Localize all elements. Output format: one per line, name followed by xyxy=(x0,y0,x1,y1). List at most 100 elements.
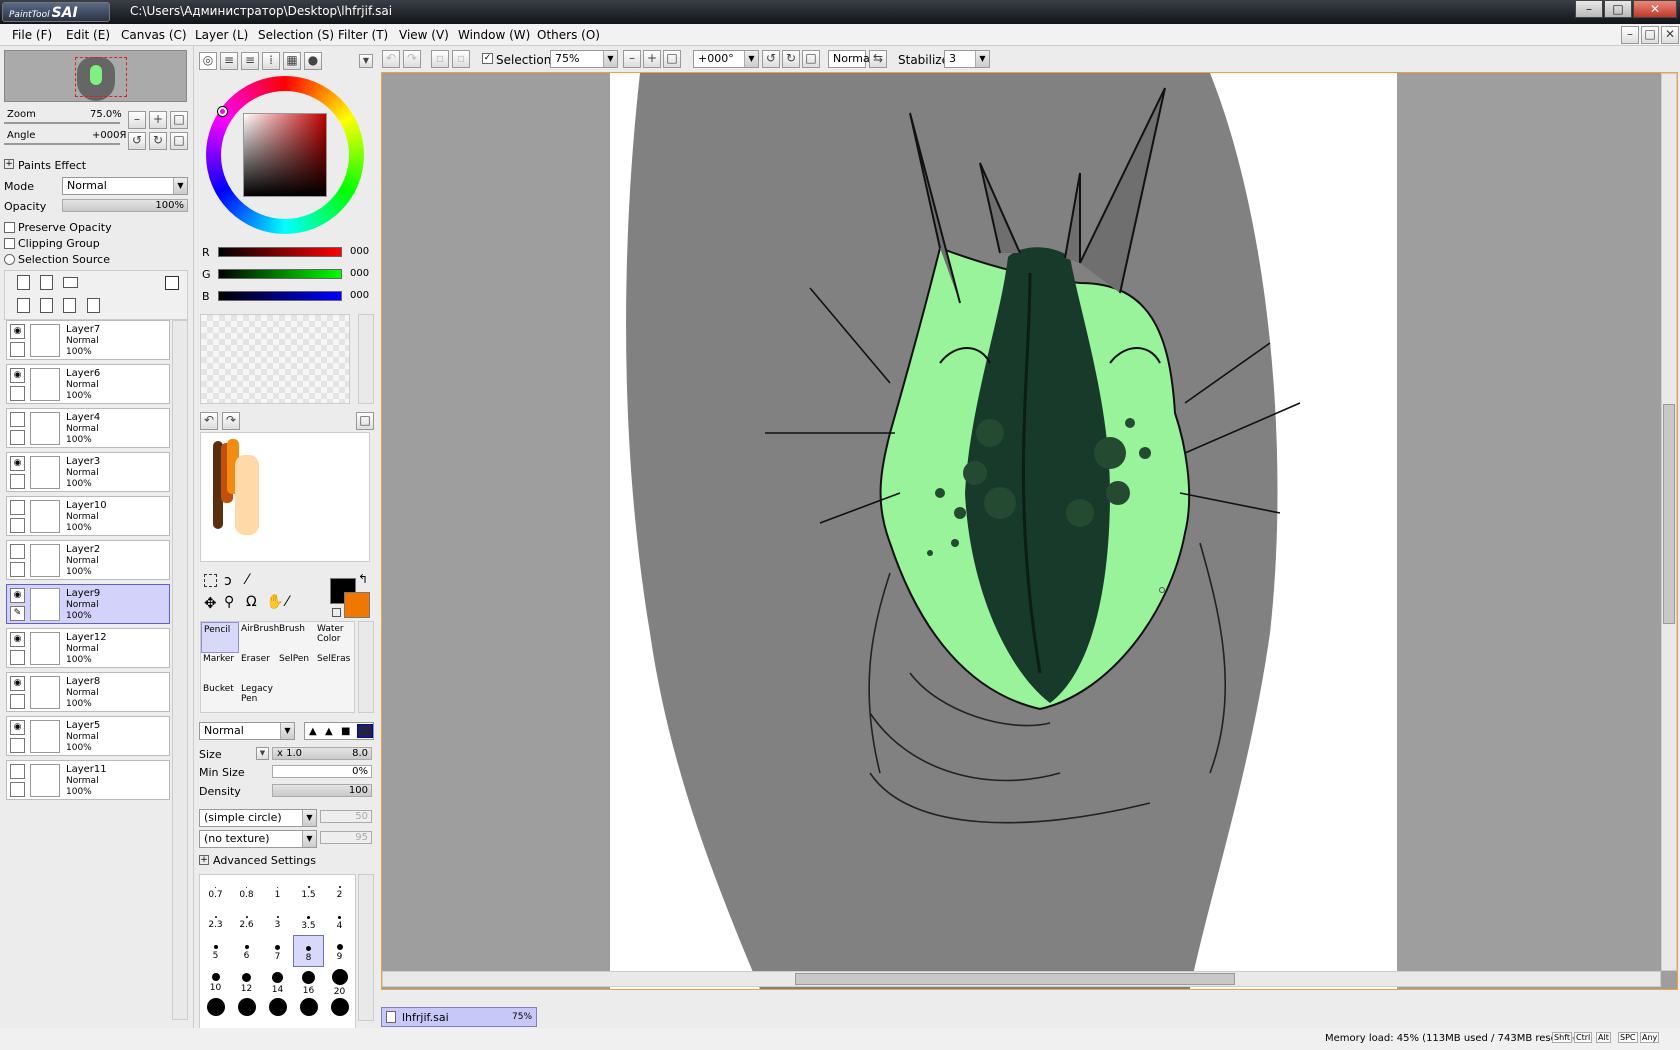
panel-menu-icon[interactable]: ▼ xyxy=(359,54,373,68)
layer-row[interactable]: Layer2 Normal 100% xyxy=(6,540,170,580)
brush-size-preset[interactable]: 2.6 xyxy=(231,905,262,937)
new-folder-icon[interactable] xyxy=(63,277,78,288)
preserve-opacity-checkbox[interactable] xyxy=(4,222,15,233)
edge-round-icon[interactable]: ■ xyxy=(341,726,350,737)
zoom-icon[interactable]: ⚲ xyxy=(224,594,234,610)
brush-size-preset[interactable]: 0.8 xyxy=(231,875,262,907)
visibility-eye-icon[interactable]: ◉ xyxy=(10,588,25,603)
rotate-right-button[interactable]: ↻ xyxy=(149,132,167,150)
canvas-v-scrollbar[interactable] xyxy=(1661,73,1677,971)
new-layer-icon[interactable] xyxy=(17,275,30,290)
visibility-eye-icon[interactable]: ◉ xyxy=(10,324,25,339)
scratchpad[interactable] xyxy=(200,432,370,562)
eyedropper-icon[interactable]: ⁄ xyxy=(286,594,288,610)
minimize-button[interactable]: – xyxy=(1575,0,1603,18)
canvas-h-scrollbar[interactable] xyxy=(382,971,1661,987)
hand-icon[interactable]: ✋ xyxy=(266,594,283,610)
canvas-viewport[interactable] xyxy=(381,72,1678,990)
scratchpad-mode-icon[interactable]: ● xyxy=(304,52,322,70)
secondary-color-swatch[interactable] xyxy=(344,592,370,618)
layer-lock-icon[interactable]: ✎ xyxy=(10,606,25,621)
color-square[interactable] xyxy=(243,113,327,197)
brush-shape-slider[interactable]: 50 xyxy=(320,810,372,823)
visibility-eye-icon[interactable] xyxy=(10,500,25,515)
visibility-eye-icon[interactable]: ◉ xyxy=(10,456,25,471)
layer-lock-icon[interactable] xyxy=(10,782,25,797)
brush-blend-dropdown[interactable]: Normal ▼ xyxy=(199,722,295,740)
tool-selpen[interactable]: SelPen xyxy=(277,652,315,683)
g-slider[interactable] xyxy=(218,269,342,279)
maximize-button[interactable]: □ xyxy=(1604,0,1632,18)
redo-icon[interactable]: ↷ xyxy=(403,50,421,68)
layer-row[interactable]: ◉ Layer7 Normal 100% xyxy=(6,320,170,360)
angle-slider[interactable] xyxy=(4,143,120,145)
menu-others[interactable]: Others (O) xyxy=(537,28,600,42)
brush-size-preset[interactable]: 4 xyxy=(324,905,355,937)
rotate-reset-button[interactable]: □ xyxy=(170,132,188,150)
color-wheel[interactable] xyxy=(206,76,364,234)
swatch-grid[interactable] xyxy=(200,314,350,404)
doc-restore-button[interactable]: □ xyxy=(1641,26,1659,44)
brush-shape-dropdown[interactable]: (simple circle) ▼ xyxy=(199,809,317,827)
layer-lock-icon[interactable] xyxy=(10,386,25,401)
layer-row[interactable]: Layer4 Normal 100% xyxy=(6,408,170,448)
selection-source-radio[interactable] xyxy=(4,254,15,265)
new-linework-layer-icon[interactable] xyxy=(40,275,53,290)
tool-airbrush[interactable]: AirBrush xyxy=(239,622,279,653)
tool-legacy-pen[interactable]: Legacy Pen xyxy=(239,682,277,713)
zoom-slider[interactable] xyxy=(4,122,120,124)
undo-scratch-icon[interactable]: ↶ xyxy=(200,412,218,430)
visibility-eye-icon[interactable] xyxy=(10,544,25,559)
visibility-eye-icon[interactable]: ◉ xyxy=(10,632,25,647)
transfer-down-icon[interactable] xyxy=(17,298,30,313)
brush-size-preset[interactable]: 3 xyxy=(262,905,293,937)
invert-selection-icon[interactable]: ▫ xyxy=(452,50,470,68)
layer-lock-icon[interactable] xyxy=(10,738,25,753)
tool-brush[interactable]: Brush xyxy=(277,622,315,653)
toolbar-rotate-right-icon[interactable]: ↻ xyxy=(782,50,800,68)
layer-list-scrollbar[interactable] xyxy=(172,320,188,1020)
hsv-slider-mode-icon[interactable]: ≡ xyxy=(241,52,259,70)
menu-view[interactable]: View (V) xyxy=(399,28,449,42)
layer-lock-icon[interactable] xyxy=(10,430,25,445)
layer-row[interactable]: Layer10 Normal 100% xyxy=(6,496,170,536)
document-tab[interactable]: lhfrjif.sai 75% xyxy=(381,1007,537,1027)
layer-row[interactable]: ◉ Layer8 Normal 100% xyxy=(6,672,170,712)
deselect-icon[interactable]: ▫ xyxy=(431,50,449,68)
clear-layer-icon[interactable] xyxy=(63,298,76,313)
toolbar-zoom-in-button[interactable]: + xyxy=(643,50,661,68)
zoom-in-button[interactable]: + xyxy=(149,111,167,129)
layer-row[interactable]: ◉ Layer6 Normal 100% xyxy=(6,364,170,404)
advanced-expand-icon[interactable]: + xyxy=(199,855,209,865)
reset-colors-icon[interactable] xyxy=(332,608,341,617)
density-slider[interactable]: 100 xyxy=(272,784,372,797)
rotate-icon[interactable]: Ω xyxy=(246,594,257,610)
visibility-eye-icon[interactable]: ◉ xyxy=(10,676,25,691)
tool-pencil[interactable]: Pencil xyxy=(201,622,239,653)
hue-marker-icon[interactable] xyxy=(218,107,227,116)
layer-row[interactable]: Layer11 Normal 100% xyxy=(6,760,170,800)
brush-size-preset[interactable] xyxy=(324,995,355,1027)
tool-seleras[interactable]: SelEras xyxy=(315,652,353,683)
tool-water-color[interactable]: Water Color xyxy=(315,622,353,653)
brush-size-preset[interactable]: 16 xyxy=(293,965,324,997)
brush-size-preset[interactable]: 1.5 xyxy=(293,875,324,907)
brush-size-preset[interactable]: 10 xyxy=(200,965,231,997)
menu-selection[interactable]: Selection (S) xyxy=(258,28,334,42)
color-wheel-mode-icon[interactable]: ◎ xyxy=(199,52,217,70)
stabilizer-dropdown[interactable]: 3 ▼ xyxy=(944,50,990,68)
zoom-dropdown[interactable]: 75% ▼ xyxy=(550,50,618,68)
brush-size-preset[interactable]: 2 xyxy=(324,875,355,907)
brush-size-preset[interactable] xyxy=(200,995,231,1027)
toolbar-zoom-reset-button[interactable]: □ xyxy=(663,50,681,68)
min-size-slider[interactable]: 0% xyxy=(272,765,372,778)
layer-mode-dropdown[interactable]: Normal ▼ xyxy=(62,177,188,195)
delete-layer-icon[interactable] xyxy=(87,298,100,313)
brush-size-preset[interactable]: 0.7 xyxy=(200,875,231,907)
rotate-left-button[interactable]: ↺ xyxy=(128,132,146,150)
rectangle-select-icon[interactable] xyxy=(204,574,217,587)
scratchpad-options-icon[interactable]: □ xyxy=(356,412,374,430)
brush-size-preset[interactable]: 8 xyxy=(293,935,324,967)
close-button[interactable]: ✕ xyxy=(1633,0,1677,18)
brush-texture-slider[interactable]: 95 xyxy=(320,831,372,844)
